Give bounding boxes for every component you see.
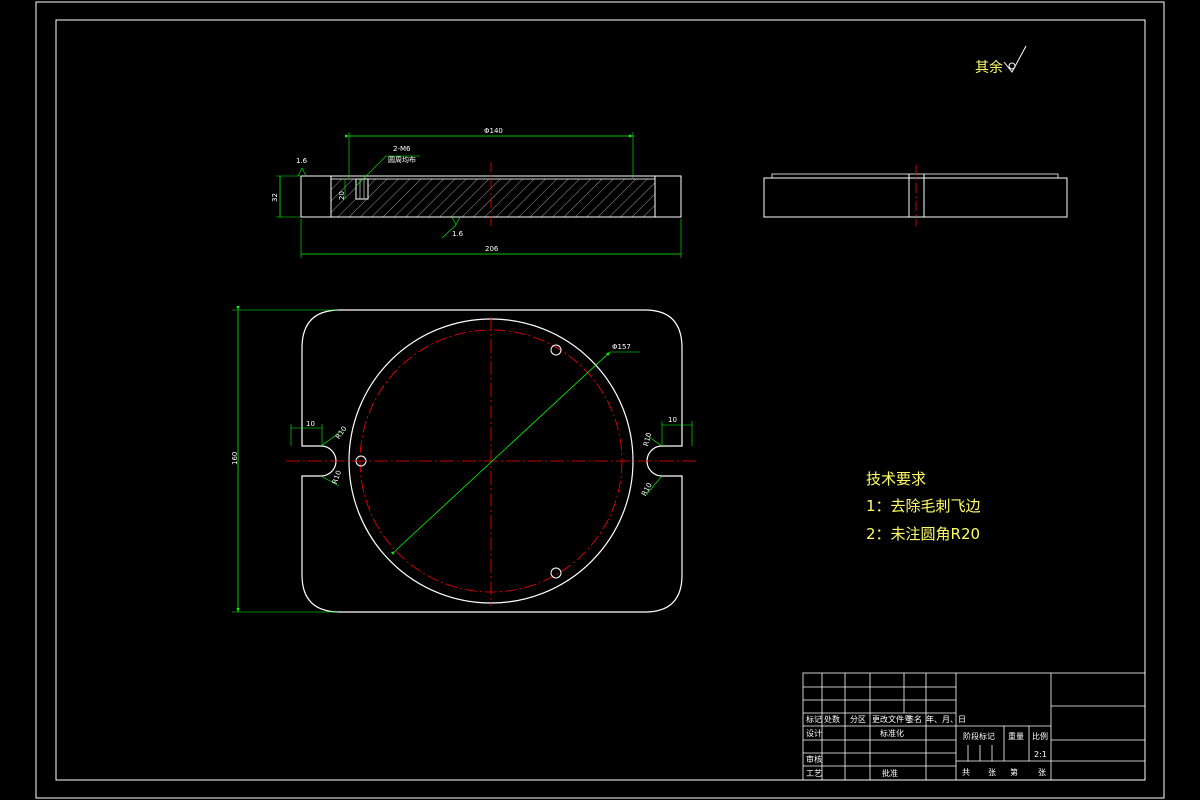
dim-overall-width: 206 xyxy=(485,245,499,253)
tb-date: 年、月、日 xyxy=(926,714,966,724)
dim-circle: Φ157 xyxy=(612,343,631,351)
tb-sheet-total: 共 xyxy=(962,768,970,777)
tb-zone: 分区 xyxy=(850,715,866,724)
inner-frame xyxy=(55,19,1146,781)
hole-note-line2: 圆周均布 xyxy=(388,155,416,164)
section-tapped-hole xyxy=(355,178,369,200)
side-view xyxy=(763,165,1068,226)
roughness-note: 其余 xyxy=(975,45,1027,76)
hole-top-right xyxy=(550,344,562,356)
dim-plan-height: 160 xyxy=(231,452,239,465)
tb-sheet-total-unit: 张 xyxy=(988,768,996,777)
section-hatch xyxy=(330,178,656,218)
roughness-label: 其余 xyxy=(975,59,1003,76)
radius-right-top: R10 xyxy=(642,432,653,447)
dim-hole-depth: 20 xyxy=(338,191,346,200)
tb-process: 工艺 xyxy=(806,769,822,778)
title-block-text: 标记 处数 分区 更改文件号 签名 年、月、日 设计 标准化 审核 工艺 批准 … xyxy=(806,714,1048,778)
tb-marks: 标记 xyxy=(806,714,822,724)
tb-scale-label: 比例 xyxy=(1032,731,1048,741)
tech-item-1: 1：去除毛刺飞边 xyxy=(866,497,981,515)
tech-title: 技术要求 xyxy=(866,470,926,488)
dim-section-height: 32 xyxy=(271,193,279,202)
tech-item-2: 2：未注圆角R20 xyxy=(866,525,980,543)
tb-sheet-no: 第 xyxy=(1010,767,1018,777)
dim-slot-right: 10 xyxy=(668,416,677,424)
finish-bottom: 1.6 xyxy=(452,230,464,238)
outer-frame xyxy=(35,1,1165,799)
tb-review: 审核 xyxy=(806,754,822,764)
drawing-canvas: 其余 Φ140 206 32 20 2-M6 圆周均布 1.6 1.6 Φ157… xyxy=(35,1,1165,799)
finish-top: 1.6 xyxy=(296,157,308,165)
hole-note-line1: 2-M6 xyxy=(393,145,411,153)
dim-slot-left: 10 xyxy=(306,420,315,428)
hole-bottom-right xyxy=(550,567,562,579)
tb-count: 处数 xyxy=(824,714,840,724)
tb-approve: 批准 xyxy=(882,768,898,778)
radius-left-bottom: R10 xyxy=(331,469,343,485)
dim-inner-length: Φ140 xyxy=(484,127,503,135)
plan-view: Φ157 160 10 10 R10 R10 R10 R10 xyxy=(231,306,697,613)
tech-requirements: 技术要求 1：去除毛刺飞边 2：未注圆角R20 xyxy=(866,470,981,543)
tb-design: 设计 xyxy=(806,728,822,738)
roughness-symbol-icon xyxy=(1003,45,1027,73)
tb-signature: 签名 xyxy=(906,714,922,724)
section-view: Φ140 206 32 20 2-M6 圆周均布 1.6 1.6 xyxy=(271,127,682,258)
tb-scale-value: 2:1 xyxy=(1034,750,1047,759)
radius-right-bottom: R10 xyxy=(640,482,654,498)
tb-weight: 重量 xyxy=(1008,731,1024,741)
tb-standardize: 标准化 xyxy=(880,728,904,738)
radius-left-top: R10 xyxy=(334,425,348,441)
tb-stage-mark: 阶段标记 xyxy=(963,731,995,741)
tb-sheet-no-unit: 张 xyxy=(1038,768,1046,777)
title-block xyxy=(802,672,1146,781)
